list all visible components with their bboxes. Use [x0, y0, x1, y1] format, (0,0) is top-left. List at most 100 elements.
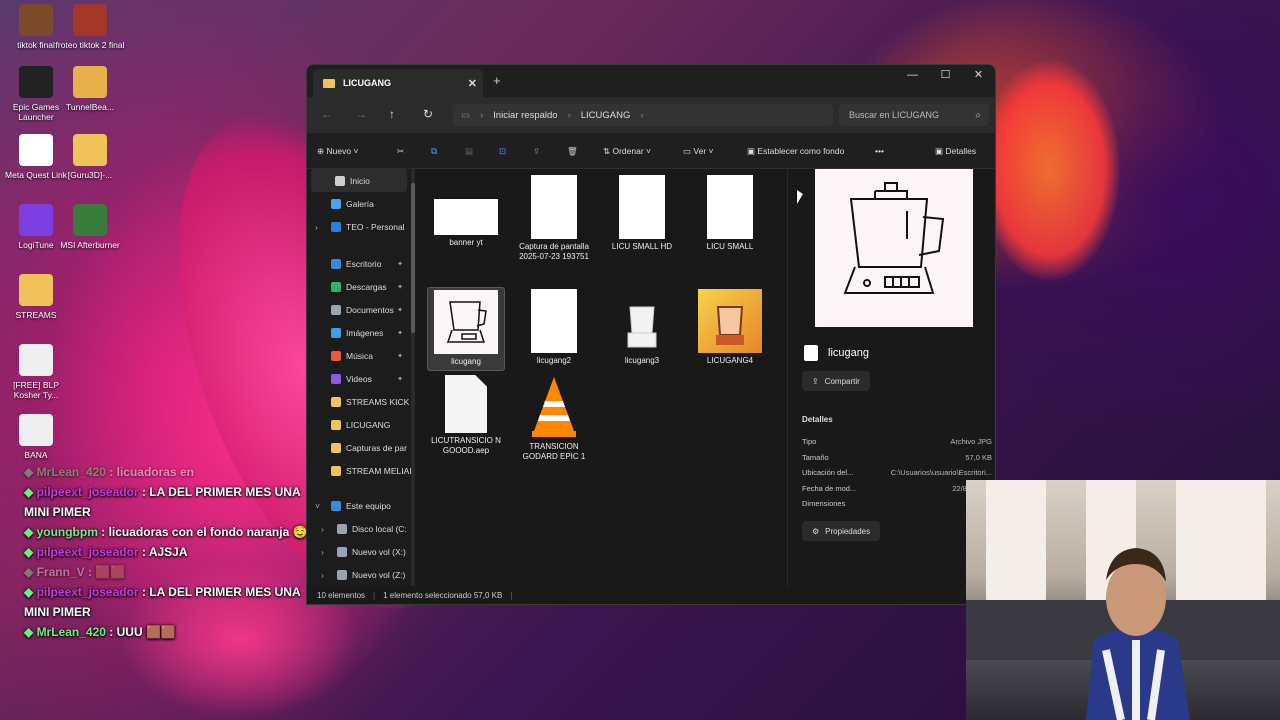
chat-text: : AJSJA: [141, 545, 188, 559]
sidebar-item[interactable]: Galería: [307, 192, 411, 215]
shortcut-icon: [73, 66, 107, 98]
chat-username: Frann_V: [36, 565, 85, 579]
sidebar-item[interactable]: Capturas de par: [307, 436, 411, 459]
up-arrow-icon[interactable]: ↑: [389, 107, 395, 121]
sidebar-item[interactable]: Imágenes ✦: [307, 321, 411, 344]
breadcrumb[interactable]: ▭ › Iniciar respaldo › LICUGANG ›: [453, 104, 833, 126]
desktop-shortcut[interactable]: STREAMS: [1, 274, 71, 320]
file-item[interactable]: LICU SMALL: [691, 173, 769, 255]
sidebar-item[interactable]: Inicio: [311, 169, 407, 192]
chat-message: ◆ Frann_V : 🟫🟫: [24, 562, 314, 582]
sidebar-item[interactable]: Videos ✦: [307, 367, 411, 390]
mouse-cursor-icon: [797, 190, 803, 204]
close-tab-icon[interactable]: ✕: [468, 77, 477, 90]
paste-icon[interactable]: ▤: [465, 146, 473, 157]
folder-icon: [331, 198, 341, 209]
wallpaper-petal: [980, 60, 1120, 280]
set-background-button[interactable]: ▣ Establecer como fondo: [747, 146, 844, 157]
sidebar-item[interactable]: Música ✦: [307, 344, 411, 367]
chevron-icon[interactable]: ›: [321, 547, 324, 557]
chat-text: : UUU 🟫🟫: [109, 625, 176, 639]
desktop-shortcut[interactable]: froteo tiktok 2 final: [55, 4, 125, 50]
sidebar-item[interactable]: › TEO - Personal: [307, 215, 411, 238]
file-item[interactable]: LICUGANG4: [691, 287, 769, 369]
image-thumbnail: [434, 290, 498, 354]
sidebar-item[interactable]: Documentos ✦: [307, 298, 411, 321]
folder-icon: [331, 327, 341, 338]
chat-message: ◆ MrLean_420 : UUU 🟫🟫: [24, 622, 314, 642]
breadcrumb-item[interactable]: Iniciar respaldo: [493, 110, 557, 121]
sidebar-item[interactable]: › Disco local (C:: [307, 517, 411, 540]
forward-arrow-icon[interactable]: →: [355, 107, 367, 121]
folder-icon: [337, 546, 347, 557]
detail-row: Fecha de mod...22/8/2024 1: [802, 483, 992, 493]
shortcut-icon: [19, 66, 53, 98]
details-pane-button[interactable]: ▣ Detalles: [935, 146, 976, 157]
cut-icon[interactable]: ✂: [397, 146, 404, 157]
file-explorer-window[interactable]: LICUGANG ✕ + — ☐ ✕ ← → ↑ ↻ ▭ › Iniciar r…: [306, 64, 996, 605]
computer-icon: ▭: [461, 109, 470, 121]
folder-icon: [337, 523, 347, 534]
folder-icon: [331, 419, 341, 430]
document-icon: [445, 375, 487, 433]
desktop-shortcut[interactable]: [FREE] BLP Kosher Ty...: [1, 344, 71, 400]
details-pane: licugang ⇪ Compartir Detalles Tipo Archiv…: [787, 169, 995, 589]
detail-row: Ubicación del... C:\Usuarios\usuario\Escr…: [802, 468, 992, 477]
chat-message: ◆ youngbpm : licuadoras con el fondo nar…: [24, 522, 314, 542]
back-arrow-icon[interactable]: ←: [321, 107, 333, 121]
command-bar: ⊕ Nuevo ˅ ✂ ⧉ ▤ ⊡ ⇪ 🗑 ⇅ Ordenar ˅ ▭ Ver …: [307, 133, 995, 169]
sidebar-item[interactable]: › Nuevo vol (X:): [307, 540, 411, 563]
file-item[interactable]: LICU SMALL HD: [603, 173, 681, 255]
image-thumbnail: [531, 175, 577, 239]
chevron-icon[interactable]: ›: [315, 222, 318, 232]
chevron-icon[interactable]: ˅: [315, 501, 320, 511]
sidebar-item[interactable]: Descargas ✦: [307, 275, 411, 298]
new-button[interactable]: ⊕ Nuevo ˅: [317, 146, 358, 157]
new-tab-button[interactable]: +: [493, 73, 501, 88]
more-options-button[interactable]: •••: [875, 146, 884, 156]
desktop-shortcut[interactable]: MSI Afterburner: [55, 204, 125, 250]
minimize-button[interactable]: —: [896, 65, 929, 85]
file-item[interactable]: banner yt: [427, 173, 505, 251]
chevron-icon[interactable]: ›: [321, 570, 324, 580]
image-thumbnail: [434, 199, 498, 235]
tab-bar: LICUGANG ✕ + — ☐ ✕: [307, 65, 995, 97]
file-item[interactable]: licugang3: [603, 287, 681, 369]
image-thumbnail: [698, 289, 762, 353]
delete-icon[interactable]: 🗑: [567, 146, 578, 157]
file-grid: banner yt Captura de pantalla 2025-07-23 …: [417, 169, 787, 589]
sidebar-item[interactable]: STREAMS KICK: [307, 390, 411, 413]
share-icon[interactable]: ⇪: [533, 146, 540, 157]
navigation-pane: Inicio Galería › TEO - Personal Escritorio ✦ D…: [307, 169, 411, 589]
copy-icon[interactable]: ⧉: [431, 146, 437, 157]
file-item[interactable]: LICUTRANSICIO N GOOOD.aep: [427, 373, 505, 458]
view-button[interactable]: ▭ Ver ˅: [683, 146, 714, 157]
sort-button[interactable]: ⇅ Ordenar ˅: [603, 146, 651, 157]
navigation-scrollbar[interactable]: [411, 169, 415, 589]
desktop-shortcut[interactable]: TunnelBea...: [55, 66, 125, 112]
desktop-shortcut[interactable]: BANA: [1, 414, 71, 460]
file-item[interactable]: TRANSICION GODARD EPIC 1: [515, 373, 593, 464]
chat-text: : licuadoras en: [109, 465, 194, 479]
shortcut-icon: [19, 204, 53, 236]
refresh-icon[interactable]: ↻: [423, 107, 433, 121]
sidebar-item[interactable]: STREAM MELIAI: [307, 459, 411, 482]
chevron-icon[interactable]: ›: [321, 524, 324, 534]
sidebar-item[interactable]: Escritorio ✦: [307, 252, 411, 275]
breadcrumb-item[interactable]: LICUGANG: [581, 110, 631, 121]
properties-button[interactable]: ⚙ Propiedades: [802, 521, 881, 541]
sidebar-item[interactable]: LICUGANG: [307, 413, 411, 436]
tab-licugang[interactable]: LICUGANG ✕: [313, 69, 483, 97]
file-item[interactable]: licugang: [427, 287, 505, 371]
file-item[interactable]: Captura de pantalla 2025-07-23 193751: [515, 173, 593, 264]
file-item[interactable]: licugang2: [515, 287, 593, 369]
rename-icon[interactable]: ⊡: [499, 146, 506, 157]
share-button[interactable]: ⇪ Compartir: [802, 371, 870, 391]
desktop-shortcut[interactable]: [Guru3D]-...: [55, 134, 125, 180]
search-input[interactable]: Buscar en LICUGANG ⌕: [839, 104, 989, 126]
detail-row: Tamaño 57,0 KB: [802, 452, 992, 462]
maximize-button[interactable]: ☐: [929, 65, 962, 85]
sidebar-item[interactable]: › Nuevo vol (Z:): [307, 563, 411, 586]
close-window-button[interactable]: ✕: [962, 65, 995, 85]
sidebar-item[interactable]: ˅ Este equipo: [307, 494, 411, 517]
